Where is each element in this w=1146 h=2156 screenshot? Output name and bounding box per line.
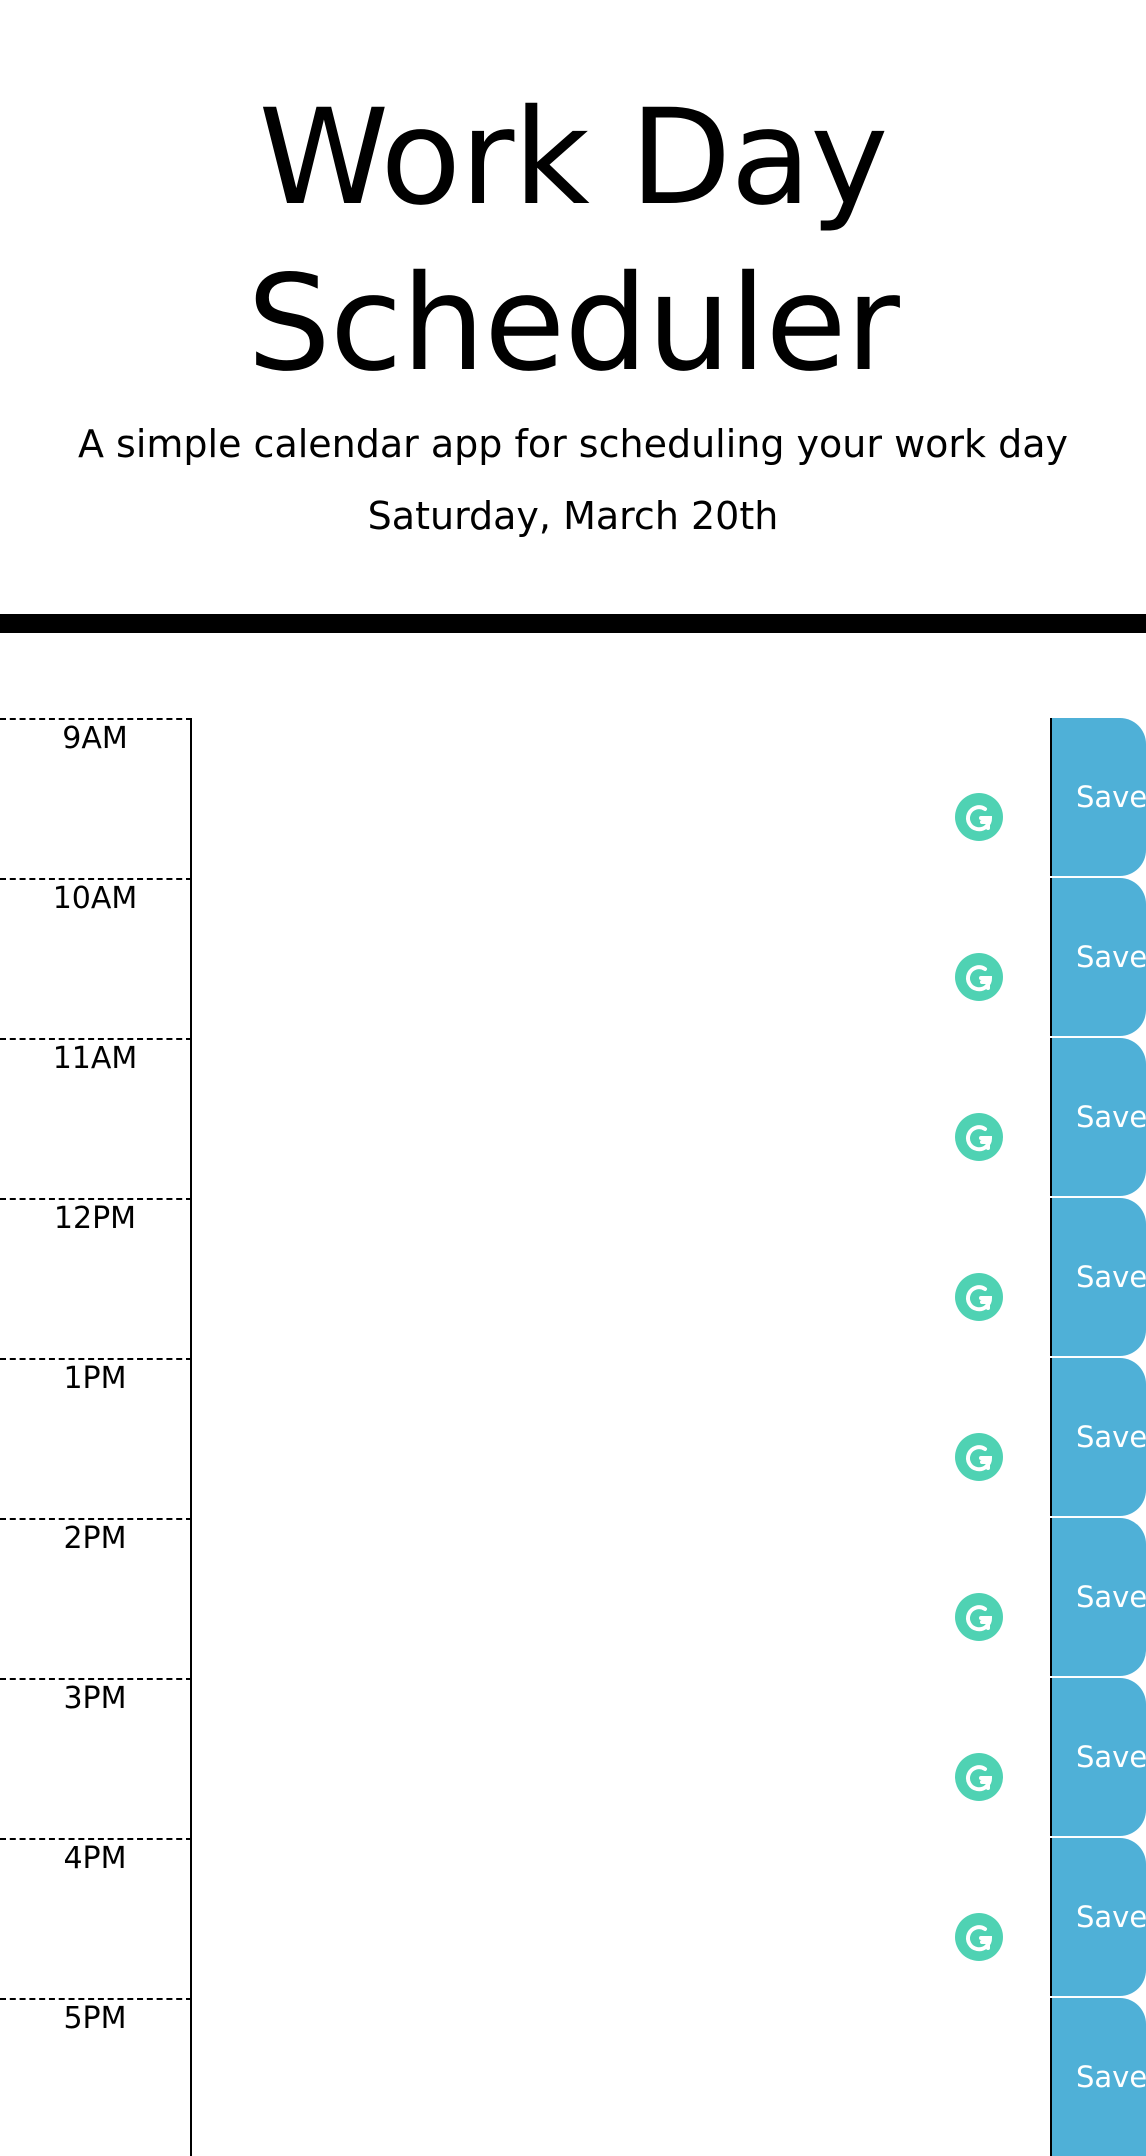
hour-label: 5PM [0, 1998, 192, 2156]
event-description-input[interactable] [192, 718, 1050, 878]
save-button[interactable]: Save [1050, 1998, 1146, 2156]
header: Work Day Scheduler A simple calendar app… [0, 0, 1146, 633]
hour-label: 1PM [0, 1358, 192, 1518]
hour-text: 12PM [53, 1201, 137, 1236]
event-description-input[interactable] [192, 1678, 1050, 1838]
page-title-line1: Work Day [258, 81, 889, 235]
grammarly-icon[interactable] [955, 1433, 1003, 1481]
grammarly-icon[interactable] [955, 793, 1003, 841]
event-description-input[interactable] [192, 878, 1050, 1038]
hour-text: 10AM [52, 881, 138, 916]
hour-text: 2PM [63, 1521, 127, 1556]
time-block-10am: 10AM Save [0, 878, 1146, 1038]
save-button[interactable]: Save [1050, 1038, 1146, 1196]
time-block-1pm: 1PM Save [0, 1358, 1146, 1518]
grammarly-icon[interactable] [955, 1273, 1003, 1321]
time-block-3pm: 3PM Save [0, 1678, 1146, 1838]
event-description-input[interactable] [192, 1838, 1050, 1998]
save-button[interactable]: Save [1050, 1358, 1146, 1516]
hour-label: 10AM [0, 878, 192, 1038]
hour-label: 4PM [0, 1838, 192, 1998]
hour-text: 5PM [63, 2001, 127, 2036]
save-button[interactable]: Save [1050, 718, 1146, 876]
page-subtitle: A simple calendar app for scheduling you… [77, 422, 1069, 466]
event-description-input[interactable] [192, 1198, 1050, 1358]
hour-label: 11AM [0, 1038, 192, 1198]
hour-text: 4PM [63, 1841, 127, 1876]
time-block-5pm: 5PM Save [0, 1998, 1146, 2156]
hour-label: 9AM [0, 718, 192, 878]
hour-label: 3PM [0, 1678, 192, 1838]
grammarly-icon[interactable] [955, 1913, 1003, 1961]
time-block-11am: 11AM Save [0, 1038, 1146, 1198]
page-title-line2: Scheduler [247, 247, 900, 401]
current-day: Saturday, March 20th [367, 494, 779, 538]
save-button[interactable]: Save [1050, 1198, 1146, 1356]
grammarly-icon[interactable] [955, 1593, 1003, 1641]
event-description-input[interactable] [192, 1518, 1050, 1678]
hour-text: 1PM [63, 1361, 127, 1396]
grammarly-icon[interactable] [955, 1113, 1003, 1161]
time-block-2pm: 2PM Save [0, 1518, 1146, 1678]
grammarly-icon[interactable] [955, 953, 1003, 1001]
page-title: Work Day Scheduler [0, 75, 1146, 407]
hour-text: 9AM [62, 721, 128, 756]
event-description-input[interactable] [192, 1358, 1050, 1518]
time-block-12pm: 12PM Save [0, 1198, 1146, 1358]
save-button[interactable]: Save [1050, 1518, 1146, 1676]
event-description-input[interactable] [192, 1998, 1050, 2156]
event-description-input[interactable] [192, 1038, 1050, 1198]
hour-label: 12PM [0, 1198, 192, 1358]
save-button[interactable]: Save [1050, 1678, 1146, 1836]
time-block-9am: 9AM Save [0, 718, 1146, 878]
hour-text: 11AM [52, 1041, 138, 1076]
time-block-4pm: 4PM Save [0, 1838, 1146, 1998]
save-button[interactable]: Save [1050, 1838, 1146, 1996]
grammarly-icon[interactable] [955, 1753, 1003, 1801]
hour-text: 3PM [63, 1681, 127, 1716]
hour-label: 2PM [0, 1518, 192, 1678]
save-button[interactable]: Save [1050, 878, 1146, 1036]
